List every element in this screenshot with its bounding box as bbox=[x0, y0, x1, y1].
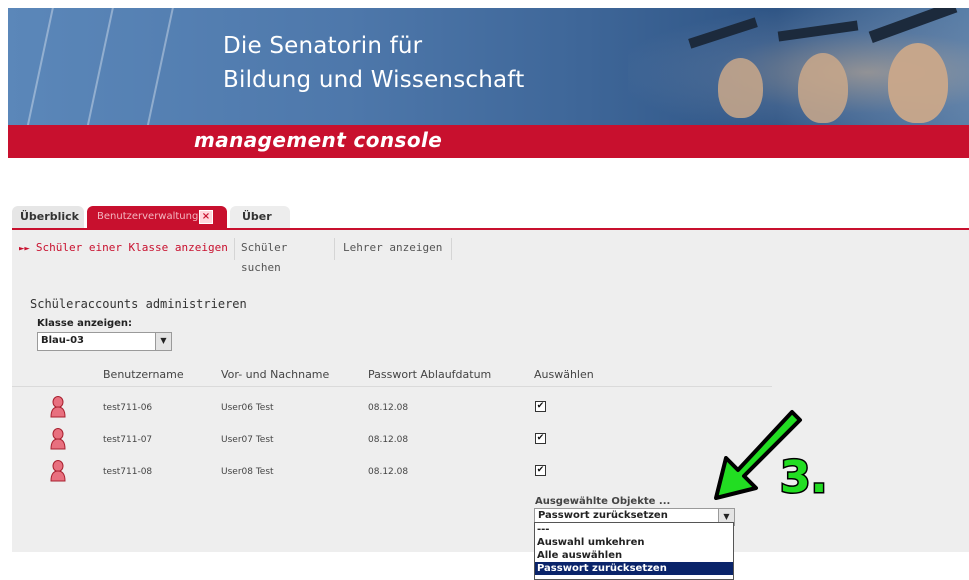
row-checkbox[interactable]: ✔ bbox=[535, 401, 546, 412]
table-header: Benutzername Vor- und Nachname Passwort … bbox=[12, 364, 772, 387]
dropdown-option[interactable]: Alle auswählen bbox=[535, 549, 733, 562]
selected-objects-label: Ausgewählte Objekte ... bbox=[535, 496, 671, 507]
cell-username: test711-07 bbox=[103, 435, 153, 445]
table-row: test711-08 User08 Test 08.12.08 ✔ bbox=[12, 456, 772, 486]
subnav-klasse-anzeigen-label: Schüler einer Klasse anzeigen bbox=[35, 241, 228, 254]
col-auswaehlen: Auswählen bbox=[534, 368, 594, 381]
header-banner: Die Senatorin für Bildung und Wissenscha… bbox=[8, 8, 969, 125]
class-select-value: Blau-03 bbox=[41, 335, 84, 346]
dropdown-option[interactable]: Auswahl umkehren bbox=[535, 536, 733, 549]
banner-title-line1: Die Senatorin für bbox=[223, 33, 423, 59]
tab-ueberblick[interactable]: Überblick bbox=[12, 206, 84, 228]
cell-fullname: User06 Test bbox=[221, 403, 274, 413]
user-icon bbox=[50, 428, 66, 450]
cell-username: test711-08 bbox=[103, 467, 153, 477]
col-ablaufdatum: Passwort Ablaufdatum bbox=[368, 368, 492, 381]
chevron-down-icon[interactable]: ▼ bbox=[155, 333, 171, 350]
dropdown-option[interactable]: --- bbox=[535, 523, 733, 536]
console-subtitle: management console bbox=[194, 128, 443, 152]
cell-expiry: 08.12.08 bbox=[368, 403, 409, 413]
tab-benutzerverwaltung-label: Benutzerverwaltung bbox=[97, 211, 199, 222]
banner-title: Die Senatorin für Bildung und Wissenscha… bbox=[223, 29, 524, 97]
user-icon bbox=[50, 396, 66, 418]
close-icon[interactable]: × bbox=[199, 210, 213, 224]
tab-ueber[interactable]: Über bbox=[230, 206, 290, 228]
tab-benutzerverwaltung[interactable]: Benutzerverwaltung × bbox=[87, 206, 227, 228]
page-title: Schüleraccounts administrieren bbox=[30, 297, 247, 311]
banner-title-line2: Bildung und Wissenschaft bbox=[223, 67, 525, 93]
header-redbar: management console bbox=[8, 125, 969, 158]
row-checkbox[interactable]: ✔ bbox=[535, 465, 546, 476]
dropdown-option-selected[interactable]: Passwort zurücksetzen bbox=[535, 562, 733, 575]
col-name: Vor- und Nachname bbox=[221, 368, 330, 381]
cell-username: test711-06 bbox=[103, 403, 153, 413]
class-select[interactable]: Blau-03 ▼ bbox=[37, 332, 172, 351]
cell-expiry: 08.12.08 bbox=[368, 467, 409, 477]
col-benutzername: Benutzername bbox=[103, 368, 184, 381]
cell-fullname: User08 Test bbox=[221, 467, 274, 477]
double-arrow-icon: ►► bbox=[19, 244, 30, 254]
cell-fullname: User07 Test bbox=[221, 435, 274, 445]
row-checkbox[interactable]: ✔ bbox=[535, 433, 546, 444]
annotation-step: 3. bbox=[780, 452, 827, 503]
subnav-lehrer-anzeigen[interactable]: Lehrer anzeigen bbox=[334, 238, 452, 260]
annotation-arrow-icon: 3. bbox=[714, 410, 829, 504]
class-select-label: Klasse anzeigen: bbox=[37, 318, 133, 329]
action-select-value: Passwort zurücksetzen bbox=[538, 510, 668, 521]
user-icon bbox=[50, 460, 66, 482]
subnav-schueler-suchen[interactable]: Schüler suchen bbox=[234, 238, 331, 274]
subnav-klasse-anzeigen[interactable]: ►► Schüler einer Klasse anzeigen bbox=[12, 238, 234, 260]
table-row: test711-07 User07 Test 08.12.08 ✔ bbox=[12, 424, 772, 454]
action-dropdown-list: --- Auswahl umkehren Alle auswählen Pass… bbox=[534, 522, 734, 580]
table-row: test711-06 User06 Test 08.12.08 ✔ bbox=[12, 392, 772, 422]
cell-expiry: 08.12.08 bbox=[368, 435, 409, 445]
